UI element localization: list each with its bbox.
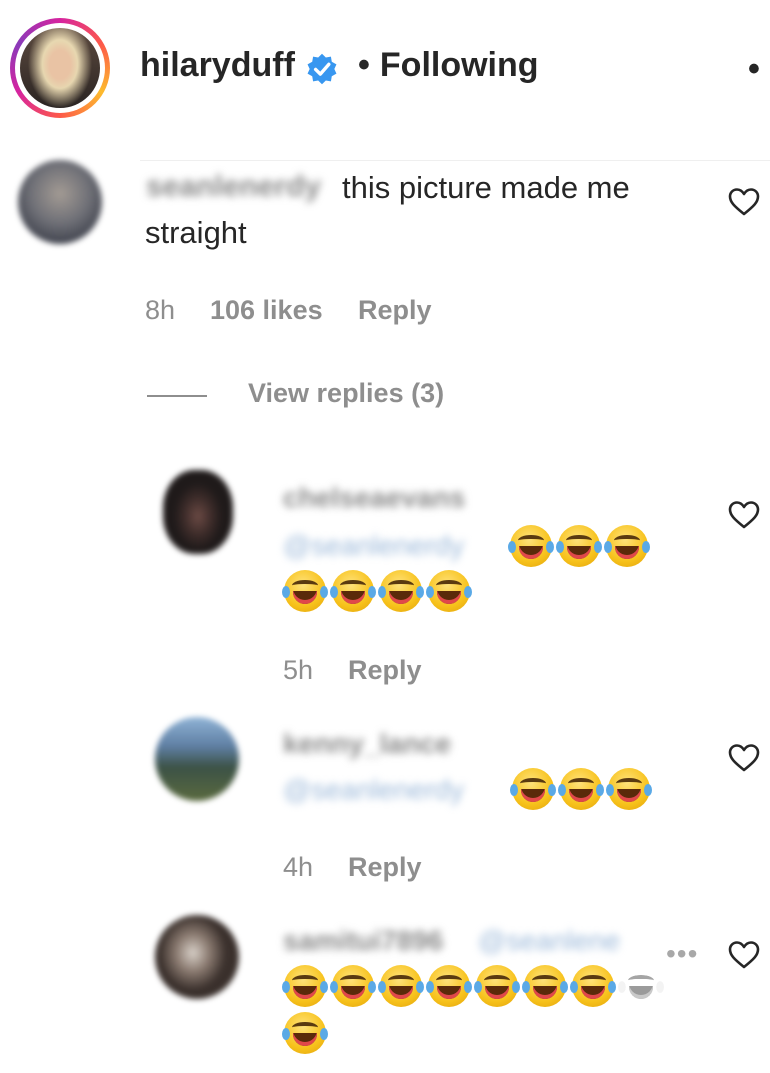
heart-icon[interactable] [728, 500, 760, 530]
tears-of-joy-emoji-icon [426, 965, 472, 1007]
tears-of-joy-emoji-icon [426, 570, 472, 612]
tears-of-joy-emoji-icon [474, 965, 520, 1007]
tears-of-joy-emoji-icon [330, 965, 376, 1007]
reply-mention[interactable]: @seanlene [478, 925, 620, 957]
tears-of-joy-emoji-icon [558, 768, 604, 810]
heart-icon[interactable] [728, 940, 760, 970]
profile-avatar[interactable] [10, 18, 110, 118]
comment-text-line2: straight [145, 215, 247, 250]
verified-badge-icon [307, 53, 337, 85]
follow-status-button[interactable]: • Following [358, 46, 539, 85]
more-options-button[interactable]: • [748, 50, 760, 89]
comment-likes[interactable]: 106 likes [210, 295, 323, 326]
separator-dot: • [358, 46, 370, 84]
reply-time: 5h [283, 655, 314, 685]
comment-more-options-button[interactable]: ••• [666, 938, 698, 970]
follow-status-label: Following [379, 46, 539, 84]
reply-avatar[interactable] [155, 915, 239, 999]
comment-text-line1: this picture made me [342, 170, 630, 205]
reply-avatar[interactable] [155, 717, 239, 801]
reply-button[interactable]: Reply [358, 295, 432, 326]
emoji-row [282, 1012, 328, 1054]
tears-of-joy-emoji-icon [508, 525, 554, 567]
view-replies-button[interactable]: View replies (3) [248, 378, 444, 409]
tears-of-joy-emoji-icon [378, 570, 424, 612]
profile-username[interactable]: hilaryduff [140, 46, 295, 85]
tears-of-joy-emoji-icon [510, 768, 556, 810]
reply-button[interactable]: Reply [348, 852, 422, 883]
reply-mention[interactable]: @seanlenerdy [283, 774, 464, 806]
reply-time: 4h [283, 852, 314, 882]
comment-avatar[interactable] [18, 160, 102, 244]
heart-icon[interactable] [728, 743, 760, 773]
emoji-row [282, 965, 664, 1007]
tears-of-joy-emoji-icon [556, 525, 602, 567]
header-divider [140, 160, 770, 161]
tears-of-joy-emoji-icon [604, 525, 650, 567]
reply-mention[interactable]: @seanlenerdy [283, 530, 464, 562]
profile-avatar-image [20, 28, 100, 108]
reply-avatar[interactable] [163, 470, 233, 554]
tears-of-joy-emoji-icon [618, 965, 664, 1007]
tears-of-joy-emoji-icon [282, 570, 328, 612]
emoji-row [282, 570, 472, 612]
emoji-row [508, 525, 650, 567]
emoji-row [510, 768, 652, 810]
tears-of-joy-emoji-icon [282, 1012, 328, 1054]
replies-line [147, 395, 207, 397]
tears-of-joy-emoji-icon [570, 965, 616, 1007]
tears-of-joy-emoji-icon [378, 965, 424, 1007]
reply-username[interactable]: chelseaevans [283, 482, 465, 514]
tears-of-joy-emoji-icon [330, 570, 376, 612]
reply-button[interactable]: Reply [348, 655, 422, 686]
tears-of-joy-emoji-icon [522, 965, 568, 1007]
heart-icon[interactable] [728, 187, 760, 217]
reply-username[interactable]: kenny_lance [283, 728, 451, 760]
reply-username[interactable]: samitui7896 [283, 925, 443, 957]
comment-username[interactable]: seanlenerdy [146, 170, 321, 204]
tears-of-joy-emoji-icon [282, 965, 328, 1007]
tears-of-joy-emoji-icon [606, 768, 652, 810]
comment-time: 8h [145, 295, 176, 325]
